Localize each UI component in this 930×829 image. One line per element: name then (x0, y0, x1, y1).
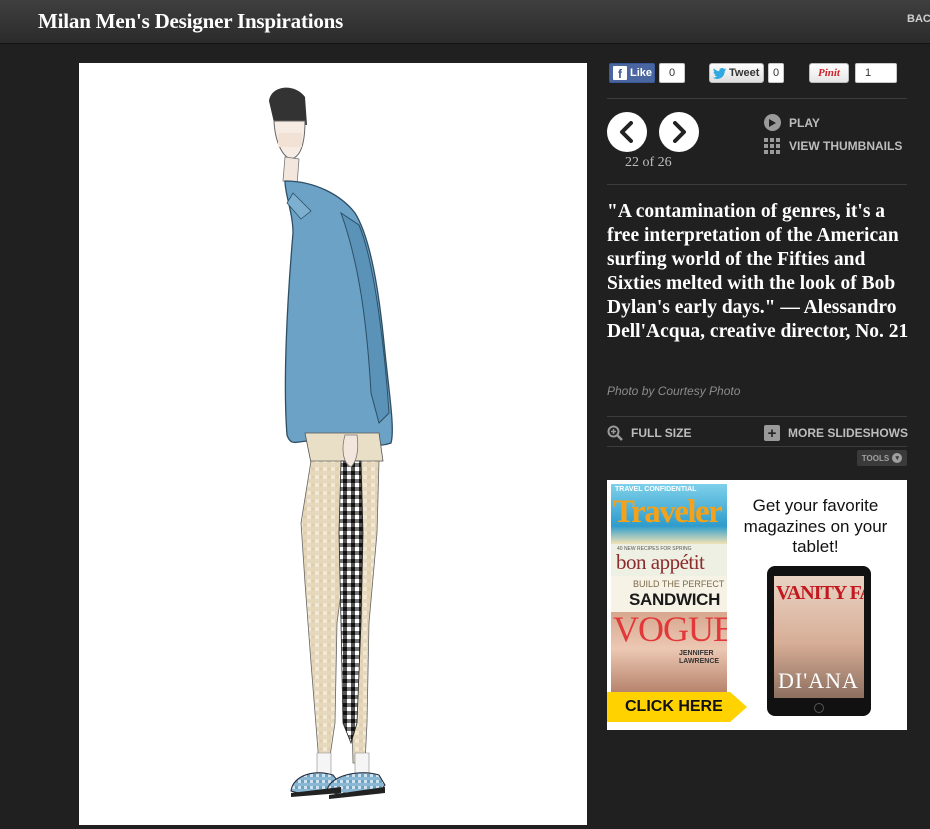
pinterest-button[interactable]: Pinit (809, 63, 849, 83)
traveler-cover: TRAVEL CONFIDENTIAL Traveler (611, 484, 727, 544)
sandwich-cover: BUILD THE PERFECT SANDWICH (611, 576, 727, 612)
full-size-button[interactable]: FULL SIZE (607, 425, 691, 441)
fashion-sketch (269, 87, 393, 799)
traveler-title: Traveler (613, 494, 723, 530)
tablet-screen: VANITY FAIR DI'ANA (774, 576, 864, 698)
play-label: PLAY (789, 115, 820, 130)
twitter-bird-icon (713, 67, 726, 79)
tweet-label: Tweet (729, 67, 760, 79)
tweet-count: 0 (768, 63, 784, 83)
tweet-button[interactable]: Tweet (709, 63, 764, 83)
previous-slide-button[interactable] (607, 112, 647, 152)
photo-credit: Photo by Courtesy Photo (607, 384, 741, 398)
view-thumbnails-label: VIEW THUMBNAILS (789, 138, 903, 153)
chevron-left-icon (620, 121, 633, 143)
ad-headline: Get your favorite magazines on your tabl… (743, 496, 888, 556)
zoom-in-icon (607, 425, 623, 441)
next-slide-button[interactable] (659, 112, 699, 152)
tools-label: TOOLS (861, 453, 890, 463)
top-bar: Milan Men's Designer Inspirations BAC (0, 0, 930, 44)
plus-icon: + (764, 425, 780, 441)
divider (607, 416, 907, 417)
grid-icon (764, 138, 781, 154)
view-thumbnails-button[interactable]: VIEW THUMBNAILS (764, 138, 903, 154)
vanity-fair-title: VANITY FAIR (776, 582, 864, 604)
vogue-cover-line: JENNIFER LAWRENCE (679, 650, 720, 665)
tablet-image: VANITY FAIR DI'ANA (767, 566, 871, 716)
click-here-button[interactable]: CLICK HERE (607, 692, 747, 722)
sandwich-title: SANDWICH (629, 590, 721, 609)
full-size-label: FULL SIZE (631, 426, 692, 440)
facebook-like-button[interactable]: f Like (609, 63, 655, 83)
chevron-down-icon: ▾ (892, 453, 903, 463)
chevron-right-icon (673, 121, 686, 143)
like-label: Like (630, 67, 653, 79)
magazine-ad[interactable]: TRAVEL CONFIDENTIAL Traveler 40 NEW RECI… (607, 480, 907, 730)
tablet-home-button (814, 703, 824, 713)
play-icon (764, 114, 781, 131)
slide-caption: "A contamination of genres, it's a free … (607, 201, 909, 342)
sandwich-kicker: BUILD THE PERFECT (633, 579, 725, 589)
vogue-title: VOGUE (613, 612, 727, 649)
play-button[interactable]: PLAY (764, 114, 820, 131)
pin-label: Pinit (817, 67, 840, 79)
pin-count: 1 (855, 63, 897, 83)
divider (607, 98, 907, 99)
more-slideshows-label: MORE SLIDESHOWS (788, 426, 909, 440)
divider (607, 184, 907, 185)
divider (607, 446, 907, 447)
page-title: Milan Men's Designer Inspirations (38, 9, 344, 33)
tools-dropdown[interactable]: TOOLS ▾ (857, 450, 907, 466)
like-count: 0 (659, 63, 685, 83)
vogue-cover: VOGUE JENNIFER LAWRENCE (611, 612, 727, 694)
vanity-fair-cover-line: DI'ANA (778, 668, 859, 693)
traveler-kicker: TRAVEL CONFIDENTIAL (615, 486, 697, 493)
bon-appetit-cover: 40 NEW RECIPES FOR SPRING bon appétit (611, 544, 727, 576)
slide-counter: 22 of 26 (625, 155, 672, 170)
back-link[interactable]: BAC (907, 13, 930, 25)
slide-image[interactable] (79, 63, 587, 825)
bon-appetit-title: bon appétit (616, 550, 705, 574)
facebook-icon: f (613, 66, 627, 80)
more-slideshows-button[interactable]: + MORE SLIDESHOWS (764, 425, 908, 441)
